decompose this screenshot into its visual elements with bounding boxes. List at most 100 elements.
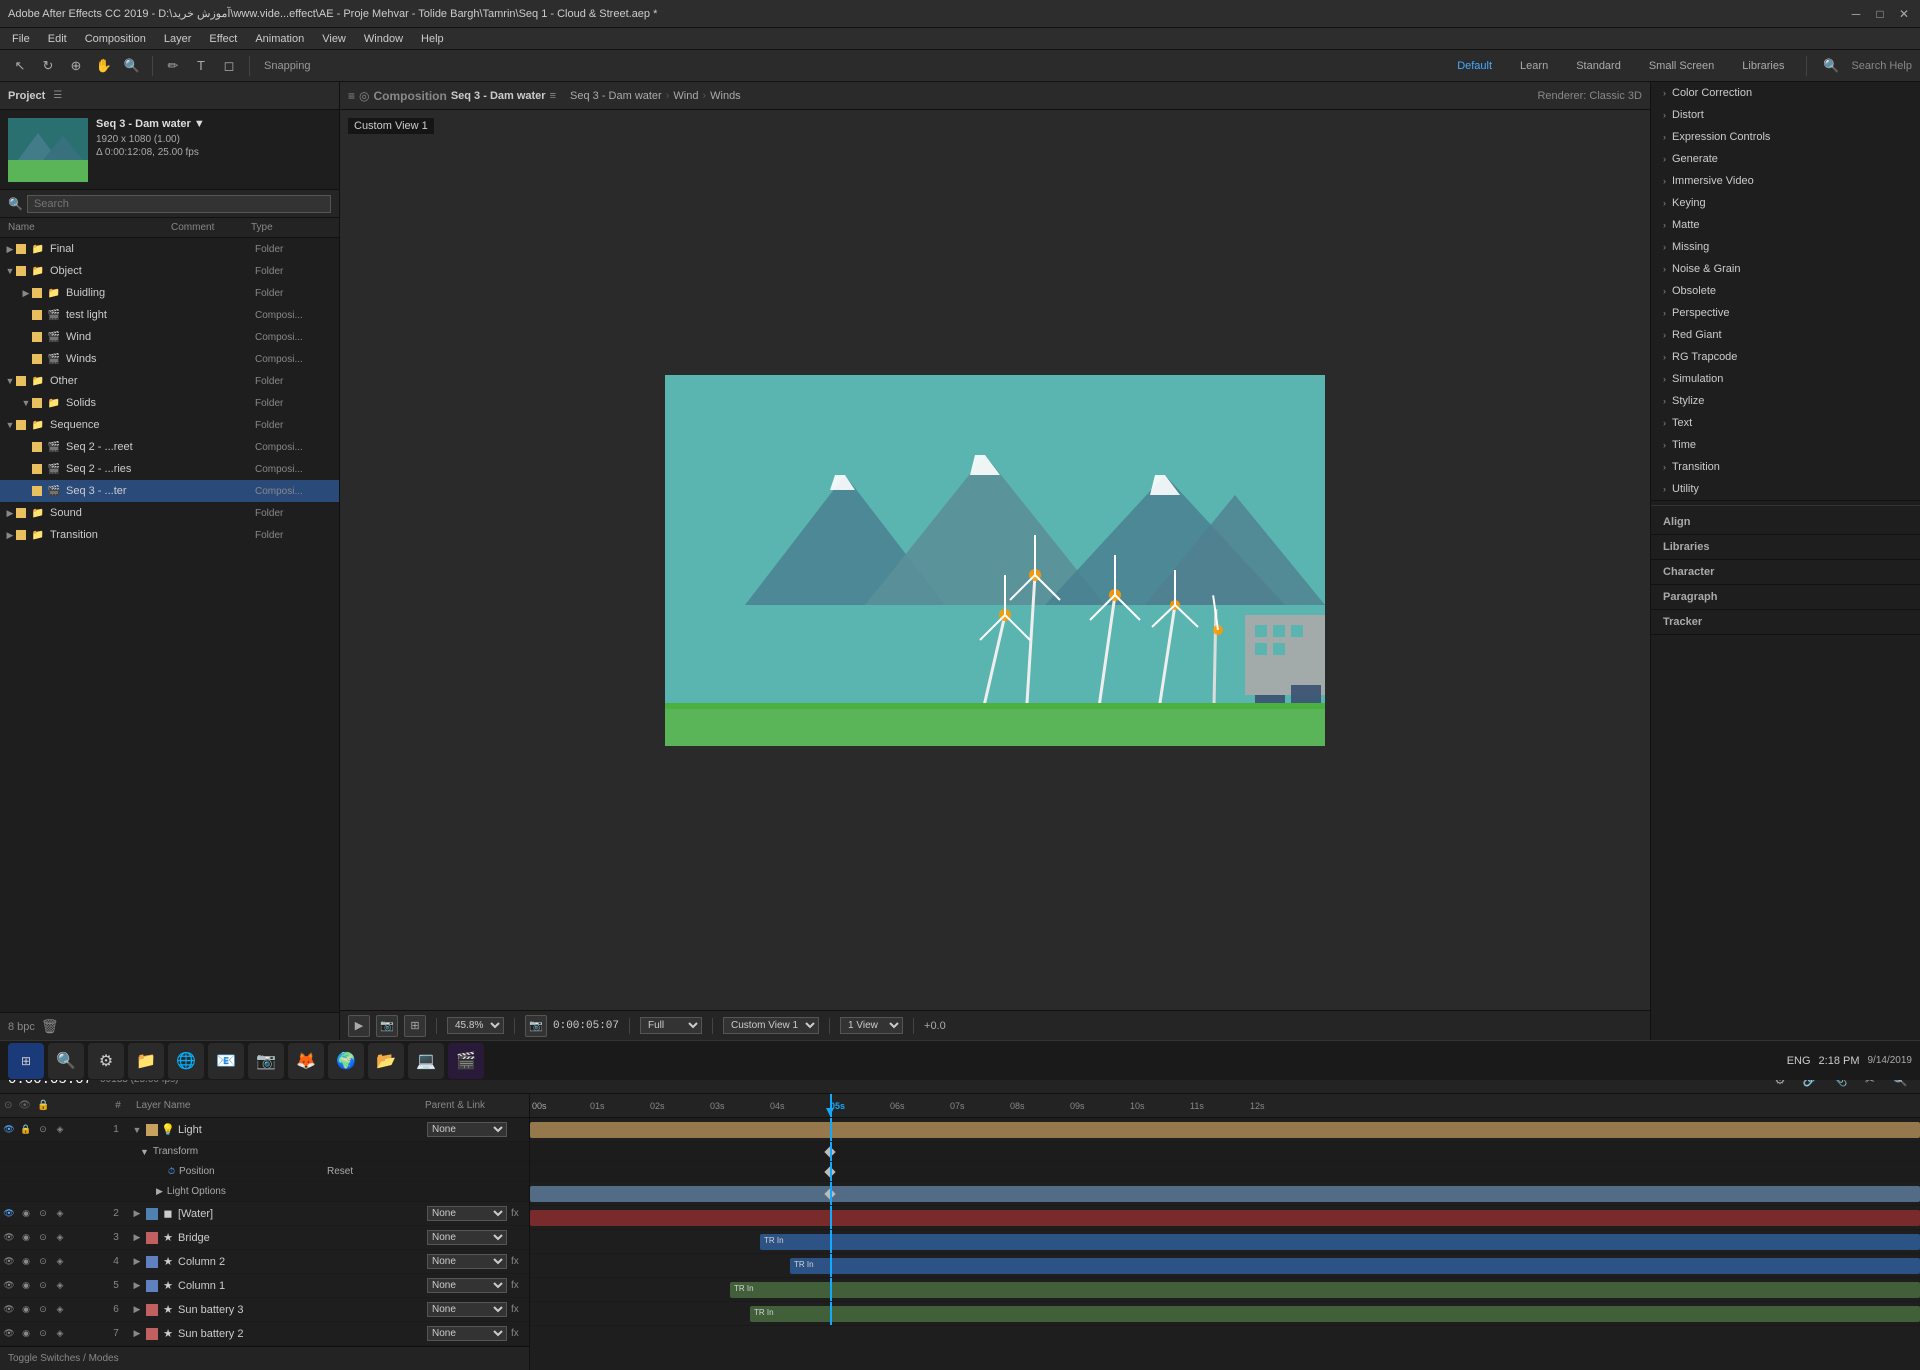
lock-switch-icon[interactable]: ◉ <box>19 1207 33 1221</box>
effects-item-obsolete[interactable]: › Obsolete <box>1651 280 1920 302</box>
fx-icon[interactable]: fx <box>511 1256 519 1267</box>
list-item[interactable]: ▶ 📁 Sound Folder <box>0 502 339 524</box>
shy-switch-icon[interactable]: ◈ <box>53 1327 67 1341</box>
list-item[interactable]: ▼ 📁 Other Folder <box>0 370 339 392</box>
pen-tool[interactable]: ✏ <box>161 54 185 78</box>
effects-item-red-giant[interactable]: › Red Giant <box>1651 324 1920 346</box>
effects-item-simulation[interactable]: › Simulation <box>1651 368 1920 390</box>
track-bar-light[interactable] <box>530 1122 1920 1138</box>
expand-icon[interactable]: ▶ <box>4 530 16 541</box>
list-item-selected[interactable]: 🎬 Seq 3 - ...ter Composi... <box>0 480 339 502</box>
layer-row-position[interactable]: ⏱ Position Reset <box>0 1162 529 1182</box>
layer-row[interactable]: 👁 ◉ ⊙ ◈ 5 ▶ ★ Column 1 None fx <box>0 1274 529 1298</box>
effects-item-distort[interactable]: › Distort <box>1651 104 1920 126</box>
snapshot-button[interactable]: 📷 <box>525 1015 547 1037</box>
expand-icon[interactable]: ▼ <box>4 376 16 386</box>
layer-row[interactable]: 👁 ◉ ⊙ ◈ 2 ▶ ◼ [Water] None fx <box>0 1202 529 1226</box>
effects-item-stylize[interactable]: › Stylize <box>1651 390 1920 412</box>
paragraph-panel[interactable]: Paragraph <box>1651 585 1920 610</box>
lock-switch-icon[interactable]: 🔒 <box>19 1123 33 1137</box>
list-item[interactable]: 🎬 Winds Composi... <box>0 348 339 370</box>
small-screen-workspace-tab[interactable]: Small Screen <box>1639 57 1724 75</box>
menu-window[interactable]: Window <box>356 31 411 47</box>
expand-icon[interactable]: ▶ <box>4 508 16 519</box>
expand-icon[interactable]: ▶ <box>130 1208 144 1219</box>
effects-item-generate[interactable]: › Generate <box>1651 148 1920 170</box>
menu-help[interactable]: Help <box>413 31 452 47</box>
shy-switch-icon[interactable]: ◈ <box>53 1123 67 1137</box>
expand-icon[interactable]: ▶ <box>130 1304 144 1315</box>
pan-tool[interactable]: ✋ <box>92 54 116 78</box>
close-button[interactable]: ✕ <box>1896 6 1912 22</box>
menu-composition[interactable]: Composition <box>77 31 154 47</box>
fx-icon[interactable]: fx <box>511 1208 519 1219</box>
expand-icon[interactable]: ▼ <box>140 1147 149 1157</box>
camera-btn[interactable]: 📷 <box>376 1015 398 1037</box>
trash-icon[interactable]: 🗑 <box>41 1018 59 1035</box>
fx-icon[interactable]: fx <box>511 1328 519 1339</box>
solo-switch-icon[interactable]: ⊙ <box>36 1279 50 1293</box>
expand-icon[interactable]: ▶ <box>130 1328 144 1339</box>
solo-switch-icon[interactable]: ⊙ <box>36 1231 50 1245</box>
breadcrumb-item-3[interactable]: Winds <box>710 90 741 102</box>
layout-select[interactable]: 1 View 2 Views 4 Views <box>840 1017 903 1034</box>
panel-menu-icon[interactable]: ☰ <box>53 90 62 101</box>
play-button[interactable]: ▶ <box>348 1015 370 1037</box>
list-item[interactable]: ▼ 📁 Solids Folder <box>0 392 339 414</box>
taskbar-btn-7[interactable]: 🌍 <box>328 1043 364 1079</box>
taskbar-btn-5[interactable]: 📷 <box>248 1043 284 1079</box>
parent-select[interactable]: None <box>427 1254 507 1269</box>
parent-select[interactable]: None <box>427 1230 507 1245</box>
maximize-button[interactable]: □ <box>1872 6 1888 22</box>
rotate-tool[interactable]: ↻ <box>36 54 60 78</box>
list-item[interactable]: ▶ 📁 Transition Folder <box>0 524 339 546</box>
list-item[interactable]: 🎬 Seq 2 - ...reet Composi... <box>0 436 339 458</box>
layer-row[interactable]: 👁 ◉ ⊙ ◈ 6 ▶ ★ Sun battery 3 None fx <box>0 1298 529 1322</box>
solo-switch-icon[interactable]: ⊙ <box>36 1303 50 1317</box>
video-switch-icon[interactable]: 👁 <box>2 1207 16 1221</box>
taskbar-btn-2[interactable]: 📁 <box>128 1043 164 1079</box>
effects-item-keying[interactable]: › Keying <box>1651 192 1920 214</box>
effects-item-rg-trapcode[interactable]: › RG Trapcode <box>1651 346 1920 368</box>
video-switch-icon[interactable]: 👁 <box>2 1123 16 1137</box>
video-switch-icon[interactable]: 👁 <box>2 1279 16 1293</box>
effects-item-utility[interactable]: › Utility <box>1651 478 1920 500</box>
taskbar-btn-6[interactable]: 🦊 <box>288 1043 324 1079</box>
effects-item-missing[interactable]: › Missing <box>1651 236 1920 258</box>
expand-icon[interactable]: ▶ <box>130 1232 144 1243</box>
expand-icon[interactable]: ▶ <box>20 288 32 299</box>
zoom-tool[interactable]: 🔍 <box>120 54 144 78</box>
list-item[interactable]: ▼ 📁 Sequence Folder <box>0 414 339 436</box>
taskbar-btn-4[interactable]: 📧 <box>208 1043 244 1079</box>
track-bar-sun3[interactable]: TR In <box>730 1282 1920 1298</box>
menu-view[interactable]: View <box>314 31 354 47</box>
lock-switch-icon[interactable]: ◉ <box>19 1327 33 1341</box>
default-workspace-tab[interactable]: Default <box>1447 57 1502 75</box>
align-panel[interactable]: Align <box>1651 510 1920 535</box>
search-taskbar-button[interactable]: 🔍 <box>48 1043 84 1079</box>
expand-icon[interactable]: ▼ <box>20 398 32 408</box>
taskbar-ae-btn[interactable]: 🎬 <box>448 1043 484 1079</box>
layer-row[interactable]: 👁 ◉ ⊙ ◈ 7 ▶ ★ Sun battery 2 None fx <box>0 1322 529 1346</box>
zoom-select[interactable]: 45.8% 100% 50% 25% <box>447 1017 504 1034</box>
shy-switch-icon[interactable]: ◈ <box>53 1303 67 1317</box>
search-button[interactable]: 🔍 <box>1819 54 1843 78</box>
fx-icon[interactable]: fx <box>511 1280 519 1291</box>
view-select[interactable]: Custom View 1 Active Camera <box>723 1017 819 1034</box>
layer-row[interactable]: 👁 ◉ ⊙ ◈ 4 ▶ ★ Column 2 None fx <box>0 1250 529 1274</box>
video-switch-icon[interactable]: 👁 <box>2 1303 16 1317</box>
parent-select[interactable]: None <box>427 1278 507 1293</box>
track-bar-water[interactable] <box>530 1186 1920 1202</box>
expand-icon[interactable]: ▼ <box>130 1125 144 1135</box>
select-tool[interactable]: ↖ <box>8 54 32 78</box>
video-switch-icon[interactable]: 👁 <box>2 1327 16 1341</box>
track-bar-bridge[interactable] <box>530 1210 1920 1226</box>
effects-item-color-correction[interactable]: › Color Correction <box>1651 82 1920 104</box>
text-tool[interactable]: T <box>189 54 213 78</box>
camera-tool[interactable]: ⊕ <box>64 54 88 78</box>
effects-item-perspective[interactable]: › Perspective <box>1651 302 1920 324</box>
tracker-panel[interactable]: Tracker <box>1651 610 1920 635</box>
effects-item-immersive[interactable]: › Immersive Video <box>1651 170 1920 192</box>
shy-switch-icon[interactable]: ◈ <box>53 1255 67 1269</box>
menu-effect[interactable]: Effect <box>201 31 245 47</box>
